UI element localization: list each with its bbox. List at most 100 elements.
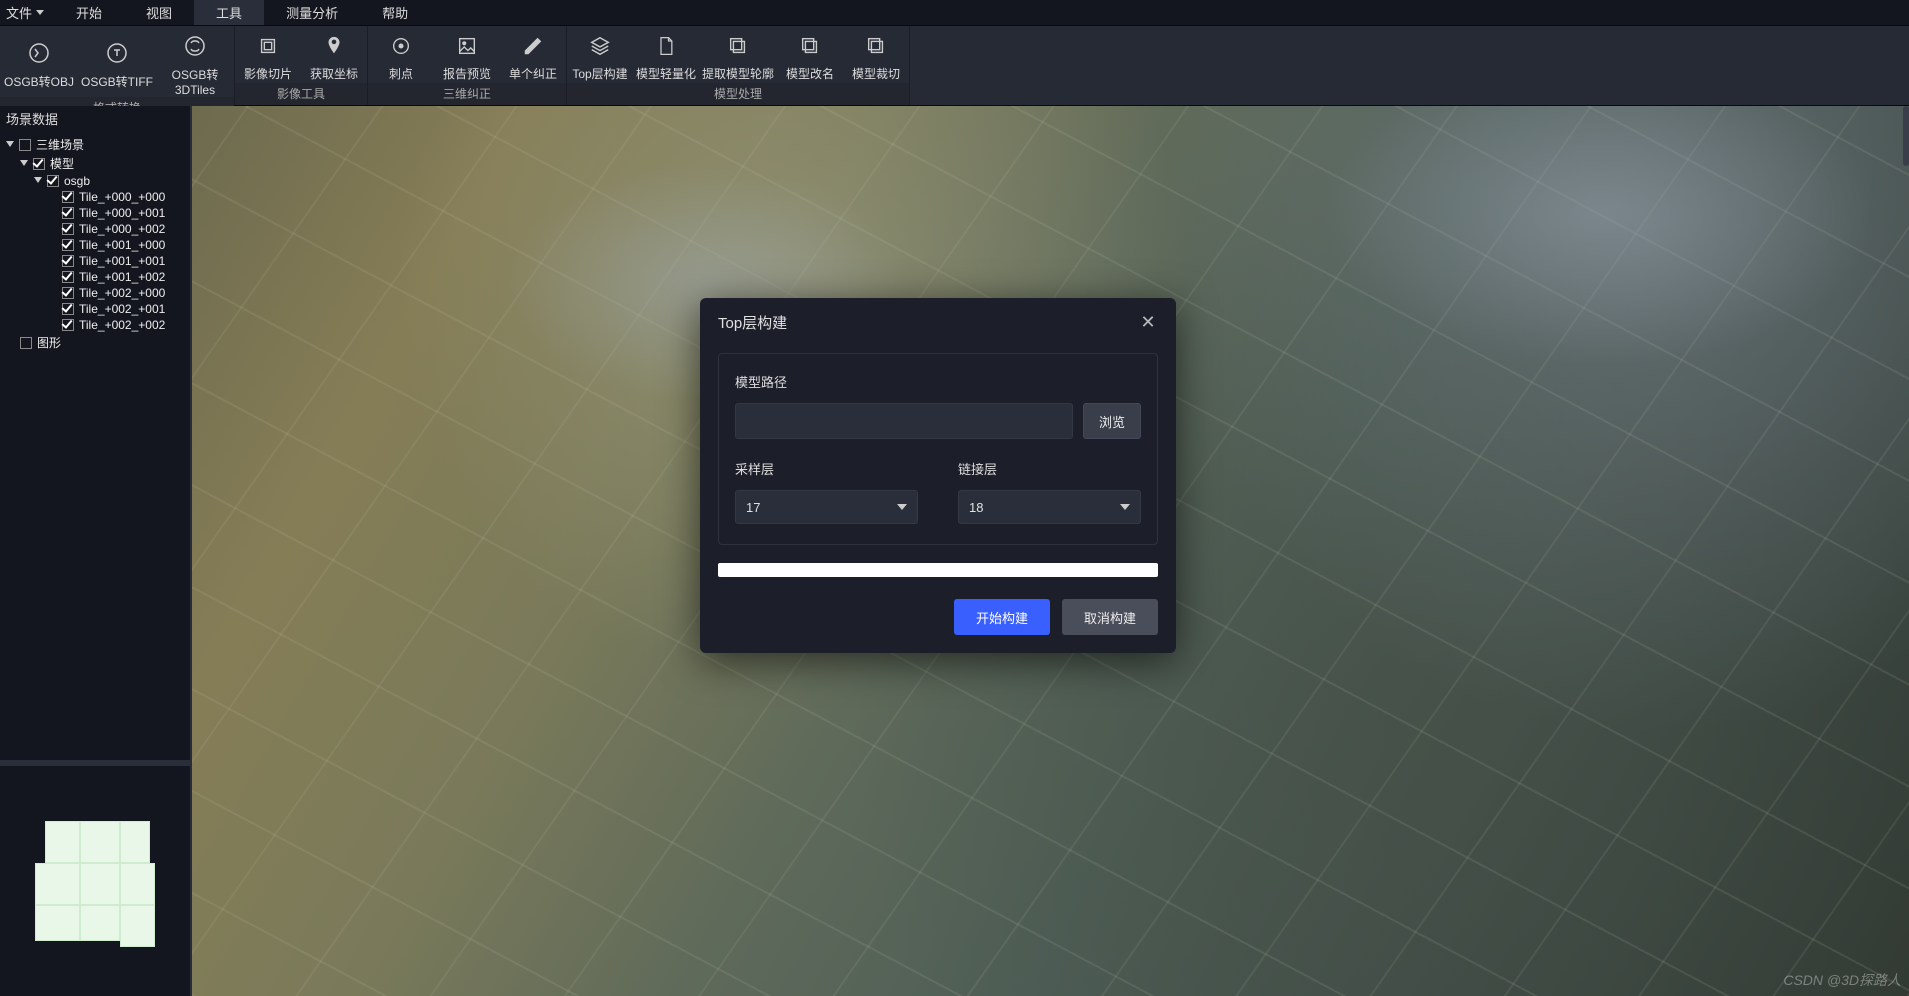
- tree-label: Tile_+001_+001: [79, 254, 165, 268]
- location-icon: [323, 35, 345, 57]
- ribbon-label: OSGB转3DTiles: [156, 66, 234, 97]
- close-icon[interactable]: ✕: [1138, 313, 1158, 333]
- menu-item-help[interactable]: 帮助: [360, 0, 430, 25]
- ribbon-group-label: 三维纠正: [368, 83, 566, 105]
- btn-image-slice[interactable]: 影像切片: [235, 26, 301, 83]
- tree-root[interactable]: 三维场景: [6, 135, 184, 154]
- menu-bar: 文件 开始 视图 工具 测量分析 帮助: [0, 0, 1909, 26]
- cancel-build-button[interactable]: 取消构建: [1062, 599, 1158, 635]
- tree-label: Tile_+002_+002: [79, 318, 165, 332]
- tree-label: 三维场景: [36, 136, 84, 153]
- tree-label: 图形: [37, 334, 61, 351]
- select-sample-layer[interactable]: 17: [735, 490, 918, 524]
- ribbon-label: 模型裁切: [852, 65, 900, 82]
- ribbon-group-model: Top层构建 模型轻量化 提取模型轮廓 模型改名 模型裁切 模型处理: [567, 26, 910, 105]
- btn-osgb-to-tiff[interactable]: OSGB转TIFF: [78, 26, 156, 97]
- copy-icon: [799, 35, 821, 57]
- copy-icon: [727, 35, 749, 57]
- browse-button[interactable]: 浏览: [1083, 403, 1141, 439]
- tree-label: Tile_+001_+000: [79, 238, 165, 252]
- ribbon-label: 模型改名: [786, 65, 834, 82]
- ribbon-group-correct: 刺点 报告预览 单个纠正 三维纠正: [368, 26, 567, 105]
- tree-label: osgb: [64, 174, 90, 188]
- tree-label: Tile_+001_+002: [79, 270, 165, 284]
- minimap-grid: [35, 821, 155, 941]
- btn-osgb-to-obj[interactable]: OSGB转OBJ: [0, 26, 78, 97]
- chevron-down-icon: [897, 504, 907, 510]
- tree-label: Tile_+000_+000: [79, 190, 165, 204]
- menu-item-tools[interactable]: 工具: [194, 0, 264, 25]
- btn-model-rename[interactable]: 模型改名: [777, 26, 843, 83]
- tree-tile[interactable]: Tile_+001_+001: [6, 253, 184, 269]
- btn-single-correct[interactable]: 单个纠正: [500, 26, 566, 83]
- label-sample-layer: 采样层: [735, 459, 918, 478]
- menu-item-view[interactable]: 视图: [124, 0, 194, 25]
- convert-tiff-icon: [105, 41, 129, 65]
- tree-label: Tile_+002_+000: [79, 286, 165, 300]
- slice-icon: [257, 35, 279, 57]
- image-icon: [456, 35, 478, 57]
- convert-3dtiles-icon: [183, 34, 207, 58]
- label-model-path: 模型路径: [735, 372, 1141, 391]
- ribbon-label: 单个纠正: [509, 65, 557, 82]
- ribbon-group-format: OSGB转OBJ OSGB转TIFF OSGB转3DTiles 格式转换: [0, 26, 235, 105]
- scene-tree[interactable]: 三维场景 模型 osgb Tile_+000_+000 Tile_+000_+0…: [0, 131, 190, 760]
- tree-model[interactable]: 模型: [6, 154, 184, 173]
- copy-icon: [865, 35, 887, 57]
- sidebar: 场景数据 三维场景 模型 osgb Tile_+000_+000 Tile_+0…: [0, 106, 192, 996]
- tree-tile[interactable]: Tile_+001_+002: [6, 269, 184, 285]
- btn-report-preview[interactable]: 报告预览: [434, 26, 500, 83]
- layers-icon: [589, 35, 611, 57]
- ribbon-label: OSGB转TIFF: [81, 73, 153, 90]
- tree-tile[interactable]: Tile_+001_+000: [6, 237, 184, 253]
- tree-tile[interactable]: Tile_+002_+000: [6, 285, 184, 301]
- btn-model-light[interactable]: 模型轻量化: [633, 26, 699, 83]
- chevron-down-icon: [1120, 504, 1130, 510]
- select-value: 17: [746, 500, 760, 515]
- select-value: 18: [969, 500, 983, 515]
- ribbon-label: 刺点: [389, 65, 413, 82]
- btn-top-build[interactable]: Top层构建: [567, 26, 633, 83]
- ribbon-group-image: 影像切片 获取坐标 影像工具: [235, 26, 368, 105]
- pencil-icon: [522, 35, 544, 57]
- label-link-layer: 链接层: [958, 459, 1141, 478]
- ribbon-toolbar: OSGB转OBJ OSGB转TIFF OSGB转3DTiles 格式转换 影像切…: [0, 26, 1909, 106]
- menu-file[interactable]: 文件: [0, 3, 54, 22]
- btn-model-clip[interactable]: 模型裁切: [843, 26, 909, 83]
- tree-label: Tile_+000_+002: [79, 222, 165, 236]
- btn-osgb-to-3dtiles[interactable]: OSGB转3DTiles: [156, 26, 234, 97]
- input-model-path[interactable]: [735, 403, 1073, 439]
- tree-shapes[interactable]: 图形: [6, 333, 184, 352]
- start-build-button[interactable]: 开始构建: [954, 599, 1050, 635]
- tree-tile[interactable]: Tile_+000_+001: [6, 205, 184, 221]
- chevron-down-icon: [36, 10, 44, 15]
- tree-tile[interactable]: Tile_+000_+002: [6, 221, 184, 237]
- tree-label: Tile_+002_+001: [79, 302, 165, 316]
- tree-tile[interactable]: Tile_+002_+001: [6, 301, 184, 317]
- tree-label: 模型: [50, 155, 74, 172]
- scrollbar-thumb[interactable]: [1903, 106, 1909, 166]
- dialog-title: Top层构建: [718, 312, 787, 333]
- file-icon: [656, 35, 676, 57]
- tree-tile[interactable]: Tile_+000_+000: [6, 189, 184, 205]
- btn-extract-contour[interactable]: 提取模型轮廓: [699, 26, 777, 83]
- target-icon: [390, 35, 412, 57]
- ribbon-label: 提取模型轮廓: [702, 65, 774, 82]
- convert-obj-icon: [27, 41, 51, 65]
- ribbon-label: OSGB转OBJ: [4, 73, 74, 90]
- tree-osgb[interactable]: osgb: [6, 173, 184, 189]
- menu-item-start[interactable]: 开始: [54, 0, 124, 25]
- ribbon-label: 影像切片: [244, 65, 292, 82]
- minimap[interactable]: [0, 766, 190, 996]
- panel-title: 场景数据: [0, 106, 190, 131]
- menu-item-measure[interactable]: 测量分析: [264, 0, 360, 25]
- btn-get-coord[interactable]: 获取坐标: [301, 26, 367, 83]
- dialog-top-build: Top层构建 ✕ 模型路径 浏览 采样层 17: [700, 298, 1176, 653]
- btn-prick[interactable]: 刺点: [368, 26, 434, 83]
- viewport-3d[interactable]: CSDN @3D探路人 Top层构建 ✕ 模型路径 浏览 采样层: [192, 106, 1909, 996]
- watermark: CSDN @3D探路人: [1783, 970, 1901, 990]
- menu-file-label: 文件: [6, 3, 32, 22]
- select-link-layer[interactable]: 18: [958, 490, 1141, 524]
- tree-tile[interactable]: Tile_+002_+002: [6, 317, 184, 333]
- ribbon-group-label: 影像工具: [235, 83, 367, 105]
